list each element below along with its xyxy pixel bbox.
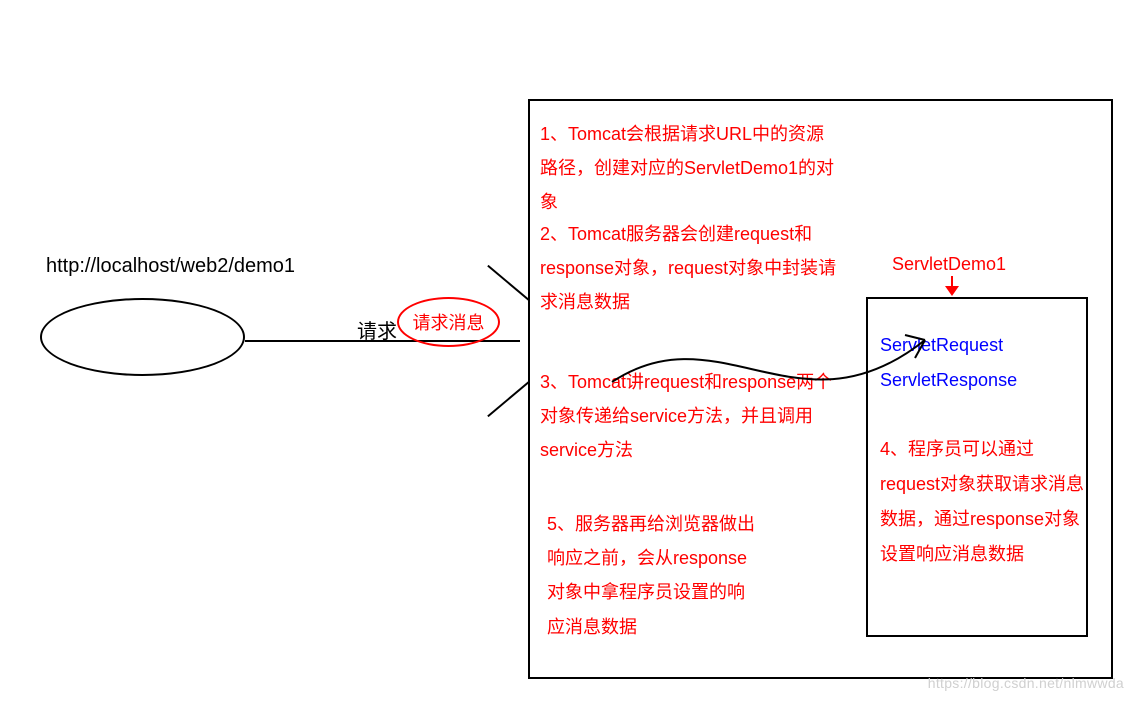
url-label: http://localhost/web2/demo1 bbox=[46, 255, 295, 278]
request-arrow-head-top bbox=[487, 265, 530, 302]
step-3-text: 3、Tomcat讲request和response两个对象传递给service方… bbox=[540, 365, 840, 468]
down-arrow-icon bbox=[945, 276, 959, 298]
servlet-request-label: ServletRequest bbox=[880, 335, 1003, 356]
servlet-demo1-label: ServletDemo1 bbox=[892, 254, 1006, 275]
browser-ellipse bbox=[40, 298, 245, 376]
step-2-text: 2、Tomcat服务器会创建request和response对象，request… bbox=[540, 217, 850, 320]
step-5-text: 5、服务器再给浏览器做出响应之前，会从response对象中拿程序员设置的响应消… bbox=[547, 507, 757, 644]
request-message-oval: 请求消息 bbox=[397, 297, 500, 347]
watermark: https://blog.csdn.net/nlmwwda bbox=[928, 675, 1124, 691]
request-label: 请求 bbox=[357, 315, 397, 344]
servlet-response-label: ServletResponse bbox=[880, 370, 1017, 391]
request-arrow-head-bottom bbox=[487, 380, 530, 417]
step-4-text: 4、程序员可以通过request对象获取请求消息数据，通过response对象设… bbox=[880, 432, 1085, 572]
request-message-label: 请求消息 bbox=[413, 309, 485, 335]
step-1-text: 1、Tomcat会根据请求URL中的资源路径，创建对应的ServletDemo1… bbox=[540, 117, 840, 220]
